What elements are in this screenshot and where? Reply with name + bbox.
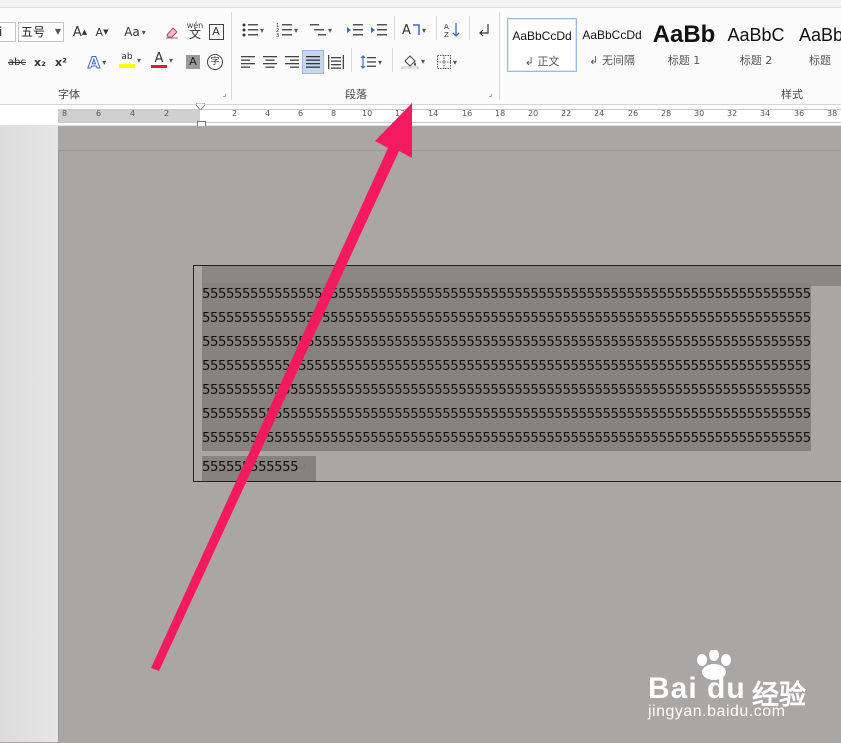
- watermark-url: jingyan.baidu.com: [648, 703, 786, 720]
- baidu-jingyan-watermark: Bai du 经验 jingyan.baidu.com: [648, 650, 838, 722]
- annotation-arrow: [151, 103, 412, 671]
- watermark-logo-text: Bai du: [648, 672, 746, 705]
- arrow-shape: [151, 103, 412, 671]
